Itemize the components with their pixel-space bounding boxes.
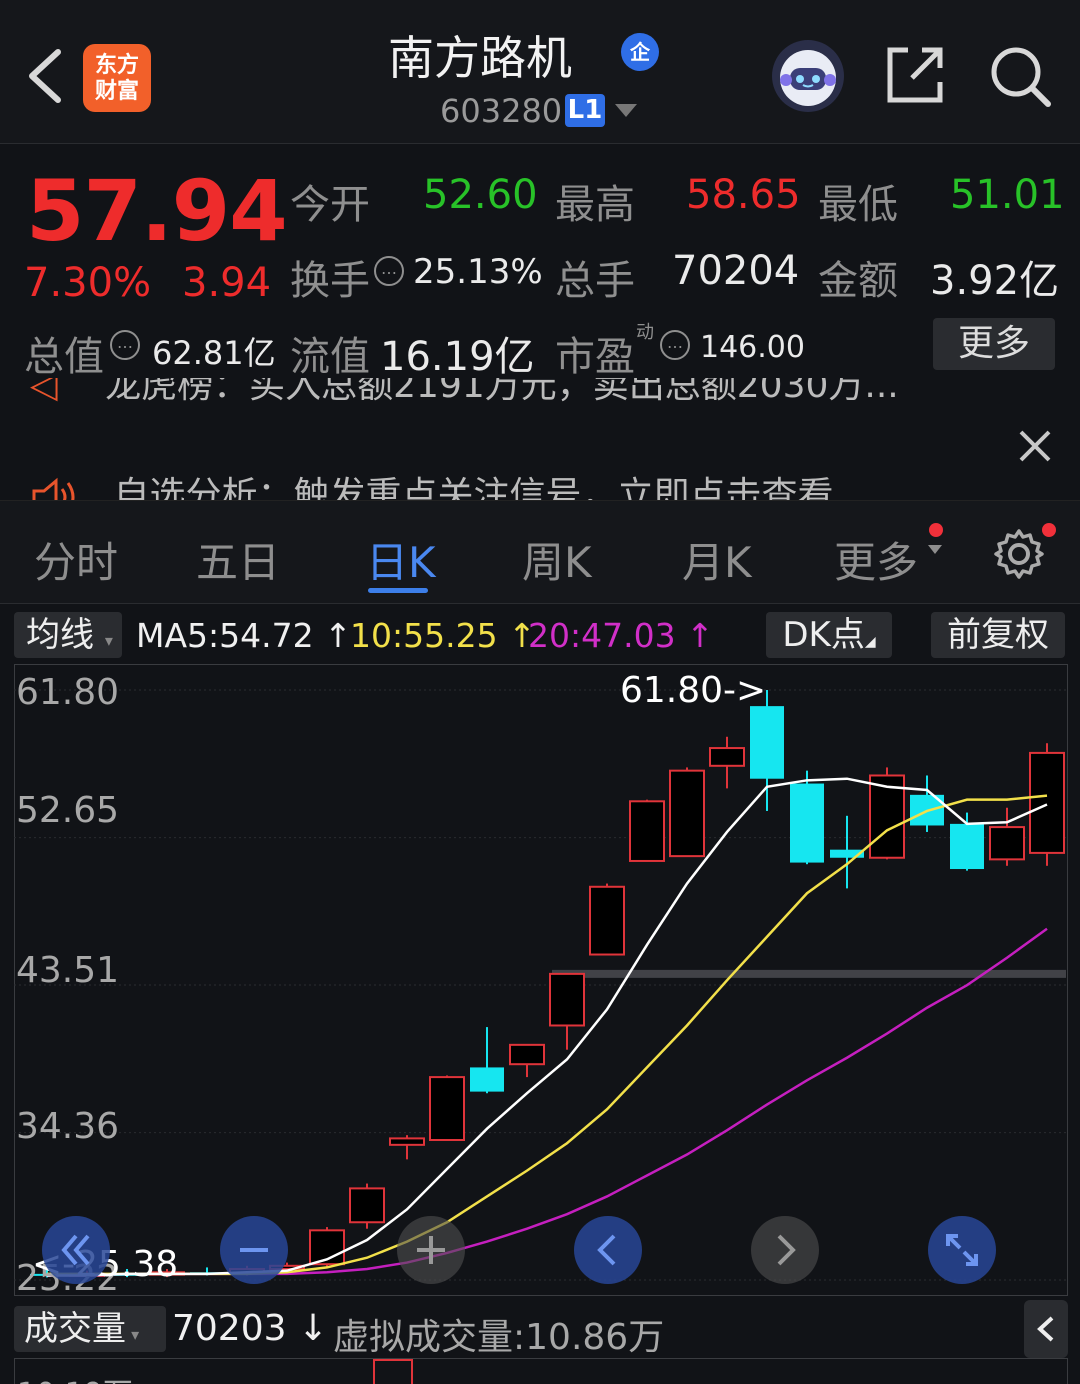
- volume-indicator-selector[interactable]: 成交量 ▾: [14, 1306, 166, 1352]
- volume-bar: [373, 1359, 413, 1384]
- candle: [910, 775, 944, 832]
- candle: [509, 1043, 545, 1078]
- minus-icon: [240, 1248, 268, 1252]
- virtual-volume: 虚拟成交量:10.86万: [333, 1317, 665, 1358]
- volume-value: 70203 ↓: [172, 1308, 329, 1349]
- double-chevron-left-icon: [61, 1234, 90, 1266]
- candle: [429, 1075, 465, 1142]
- candle-body: [989, 826, 1025, 861]
- rewind-button[interactable]: [42, 1216, 110, 1284]
- candle: [470, 1027, 504, 1094]
- candle-body: [549, 972, 585, 1027]
- candle: [669, 767, 705, 858]
- scroll-right-button[interactable]: [751, 1216, 819, 1284]
- zoom-in-button[interactable]: [397, 1216, 465, 1284]
- collapse-panel-button[interactable]: [1024, 1300, 1068, 1358]
- y-tick-label: 61.80: [16, 672, 120, 713]
- candle-body: [509, 1043, 545, 1066]
- candle: [869, 767, 905, 860]
- volume-value-text: 70203: [172, 1308, 287, 1349]
- volume-chart[interactable]: 10.19万: [14, 1358, 1068, 1384]
- candle-body: [1029, 751, 1065, 854]
- fullscreen-button[interactable]: [928, 1216, 996, 1284]
- candle-body: [349, 1187, 385, 1224]
- candle: [629, 799, 665, 862]
- y-tick-label: 52.65: [16, 790, 120, 831]
- chevron-right-icon: [777, 1234, 796, 1266]
- candle-body: [750, 706, 784, 779]
- candle-body: [470, 1067, 504, 1092]
- plus-icon: [417, 1236, 445, 1264]
- expand-icon: [946, 1234, 978, 1266]
- candle: [589, 883, 625, 956]
- candle-body: [669, 769, 705, 858]
- zoom-out-button[interactable]: [220, 1216, 288, 1284]
- volume-label: 成交量: [24, 1309, 126, 1349]
- y-tick-label: 43.51: [16, 950, 120, 991]
- chevron-left-icon: [1037, 1316, 1054, 1342]
- ma20-line: [47, 927, 1048, 1277]
- y-tick-label: 34.36: [16, 1106, 120, 1147]
- high-marker: 61.80->: [620, 670, 767, 711]
- chevron-left-icon: [597, 1234, 616, 1266]
- candle-body: [629, 800, 665, 862]
- scroll-left-button[interactable]: [574, 1216, 642, 1284]
- kline-chart-canvas: [14, 689, 1066, 1281]
- candle: [309, 1227, 345, 1268]
- candle-body: [950, 823, 984, 870]
- candle-body: [429, 1076, 465, 1142]
- candle: [389, 1135, 425, 1160]
- candle-body: [709, 747, 745, 767]
- candle: [549, 972, 585, 1050]
- volume-axis-label: 10.19万: [17, 1369, 133, 1384]
- candle-body: [589, 885, 625, 956]
- candle: [950, 812, 984, 871]
- candle-body: [790, 783, 824, 863]
- candle: [790, 770, 824, 865]
- candle: [709, 736, 745, 789]
- ma10-line: [47, 794, 1048, 1276]
- candle: [830, 815, 864, 889]
- candle-body: [389, 1137, 425, 1146]
- candle: [349, 1183, 385, 1229]
